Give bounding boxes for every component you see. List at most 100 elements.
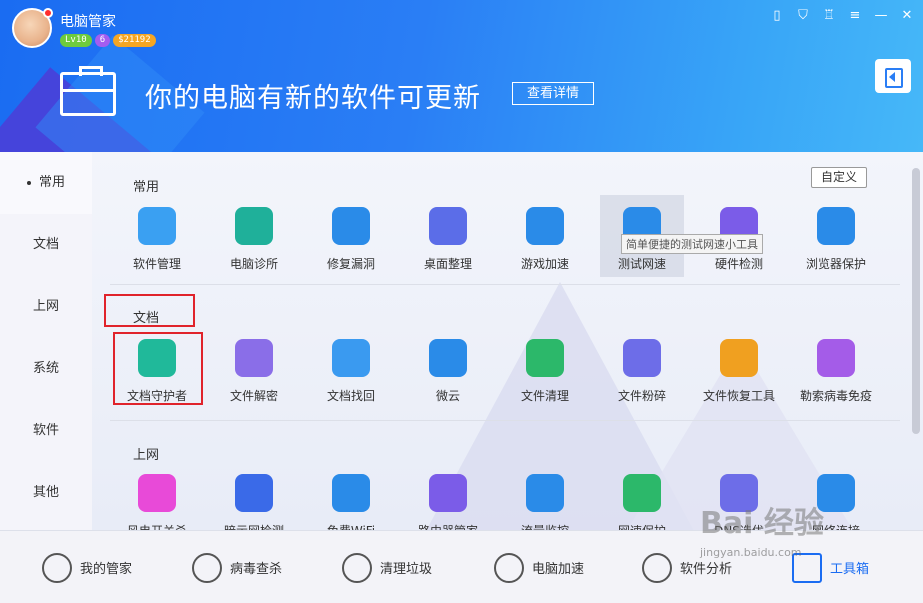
toolbox-icon bbox=[60, 66, 116, 116]
phone-icon[interactable]: ▯ bbox=[769, 8, 785, 24]
windows-repair-icon bbox=[332, 207, 370, 245]
speed-shield-icon bbox=[623, 474, 661, 512]
annotation-box bbox=[104, 294, 195, 327]
category-sidebar: 常用 文档 上网 系统 软件 其他 bbox=[0, 152, 92, 530]
divider bbox=[110, 420, 900, 421]
tool-label: 路由器管家 bbox=[406, 522, 490, 530]
tool-windows-repair[interactable]: 修复漏洞 bbox=[309, 207, 393, 287]
tools-content: 常用 文档 上网 系统 软件 其他 常用 自定义 软件管理 电脑诊所 修复漏洞 桌面整… bbox=[0, 152, 923, 530]
desktop-icon bbox=[429, 207, 467, 245]
window-controls: ▯ ⛉ ♖ ≡ — ✕ bbox=[769, 8, 915, 24]
shield-icon[interactable]: ⛉ bbox=[795, 8, 811, 24]
tool-label: 微云 bbox=[435, 389, 460, 403]
header-banner: 电脑管家 Lv10 6 $21192 ▯ ⛉ ♖ ≡ — ✕ 你的电脑有新的软件… bbox=[0, 0, 923, 152]
sidebar-item-common[interactable]: 常用 bbox=[0, 152, 92, 214]
tool-label: 修复漏洞 bbox=[326, 257, 375, 271]
tool-cloud-search[interactable]: 暗示网检测 bbox=[212, 474, 296, 530]
virus-scan-icon bbox=[192, 552, 222, 583]
nav-rocket[interactable]: 电脑加速 bbox=[494, 531, 584, 603]
tool-label: 网速保护 bbox=[600, 522, 684, 530]
tool-label: 浏览器保护 bbox=[805, 257, 866, 271]
tool-label: 桌面整理 bbox=[423, 257, 472, 271]
tool-browser-shield[interactable]: 浏览器保护 bbox=[794, 207, 878, 287]
tool-trash-clean[interactable]: 文件清理 bbox=[503, 339, 587, 419]
tool-desktop[interactable]: 桌面整理 bbox=[406, 207, 490, 287]
customize-button[interactable]: 自定义 bbox=[811, 167, 867, 188]
rocket-icon bbox=[494, 552, 524, 583]
router-icon bbox=[429, 474, 467, 512]
nav-virus-scan[interactable]: 病毒查杀 bbox=[192, 531, 282, 603]
weiyun-cloud-icon bbox=[429, 339, 467, 377]
tool-label: 文件恢复工具 bbox=[702, 389, 775, 403]
collapse-panel-icon[interactable] bbox=[875, 59, 911, 93]
annotation-box bbox=[113, 332, 203, 405]
skin-icon[interactable]: ♖ bbox=[821, 8, 837, 24]
clover-icon bbox=[138, 207, 176, 245]
trash-clean-icon bbox=[526, 339, 564, 377]
banner-text: 你的电脑有新的软件可更新 bbox=[145, 83, 481, 114]
menu-icon[interactable]: ≡ bbox=[847, 8, 863, 24]
virus-immune-icon bbox=[817, 339, 855, 377]
section-title-internet: 上网 bbox=[133, 448, 160, 463]
tool-free-wifi[interactable]: 免费WiFi bbox=[309, 474, 393, 530]
tool-ghost[interactable]: 风电开关杀 bbox=[115, 474, 199, 530]
tool-label: 流量监控 bbox=[503, 522, 587, 530]
tool-shredder[interactable]: 文件粉碎 bbox=[600, 339, 684, 419]
tool-router[interactable]: 路由器管家 bbox=[406, 474, 490, 530]
tool-label: 文件清理 bbox=[520, 389, 569, 403]
tool-clover[interactable]: 软件管理 bbox=[115, 207, 199, 287]
nav-butler[interactable]: 我的管家 bbox=[42, 531, 132, 603]
stethoscope-icon bbox=[235, 207, 273, 245]
tool-label: 勒索病毒免疫 bbox=[799, 389, 872, 403]
tool-label: 文档找回 bbox=[326, 389, 375, 403]
tool-label: 风电开关杀 bbox=[115, 522, 199, 530]
shredder-icon bbox=[623, 339, 661, 377]
tool-label: 暗示网检测 bbox=[212, 522, 296, 530]
tool-label: 测试网速 bbox=[617, 257, 666, 271]
tool-label: 文件解密 bbox=[229, 389, 278, 403]
nav-label: 我的管家 bbox=[80, 562, 133, 577]
coins-badge[interactable]: $21192 bbox=[113, 34, 156, 47]
tool-game-boost[interactable]: 游戏加速 bbox=[503, 207, 587, 287]
user-badges: Lv10 6 $21192 bbox=[60, 34, 156, 47]
nav-label: 清理垃圾 bbox=[380, 562, 433, 577]
tool-stethoscope[interactable]: 电脑诊所 bbox=[212, 207, 296, 287]
scrollbar[interactable] bbox=[912, 168, 920, 434]
sidebar-item-system[interactable]: 系统 bbox=[0, 338, 92, 400]
notification-dot bbox=[43, 8, 53, 18]
minimize-icon[interactable]: — bbox=[873, 8, 889, 24]
ghost-icon bbox=[138, 474, 176, 512]
restore-clock-icon bbox=[720, 339, 758, 377]
butler-icon bbox=[42, 552, 72, 583]
tool-virus-immune[interactable]: 勒索病毒免疫 bbox=[794, 339, 878, 419]
tool-label: 软件管理 bbox=[132, 257, 181, 271]
section-title-common: 常用 bbox=[133, 180, 160, 195]
tool-restore-clock[interactable]: 文件恢复工具 bbox=[697, 339, 781, 419]
tool-label: 文件粉碎 bbox=[617, 389, 666, 403]
nav-label: 病毒查杀 bbox=[230, 562, 283, 577]
close-icon[interactable]: ✕ bbox=[899, 8, 915, 24]
sidebar-item-documents[interactable]: 文档 bbox=[0, 214, 92, 276]
sidebar-item-other[interactable]: 其他 bbox=[0, 462, 92, 524]
nav-vacuum[interactable]: 清理垃圾 bbox=[342, 531, 432, 603]
tool-weiyun-cloud[interactable]: 微云 bbox=[406, 339, 490, 419]
tool-document-search[interactable]: 文档找回 bbox=[309, 339, 393, 419]
tool-folder-lock[interactable]: 文件解密 bbox=[212, 339, 296, 419]
view-details-button[interactable]: 查看详情 bbox=[512, 82, 594, 105]
game-boost-icon bbox=[526, 207, 564, 245]
free-wifi-icon bbox=[332, 474, 370, 512]
avatar[interactable] bbox=[12, 8, 53, 48]
tool-label: 硬件检测 bbox=[714, 257, 763, 271]
tooltip: 简单便捷的测试网速小工具 bbox=[621, 234, 763, 254]
tool-label: 游戏加速 bbox=[520, 257, 569, 271]
tool-label: 电脑诊所 bbox=[229, 257, 278, 271]
mail-badge[interactable]: 6 bbox=[94, 34, 111, 47]
sidebar-item-internet[interactable]: 上网 bbox=[0, 276, 92, 338]
tool-speed-shield[interactable]: 网速保护 bbox=[600, 474, 684, 530]
folder-lock-icon bbox=[235, 339, 273, 377]
tool-traffic-monitor[interactable]: 流量监控 bbox=[503, 474, 587, 530]
tool-label: 免费WiFi bbox=[309, 522, 393, 530]
watermark: Bai 经验 jingyan.baidu.com bbox=[700, 506, 824, 559]
level-badge[interactable]: Lv10 bbox=[60, 34, 92, 47]
sidebar-item-software[interactable]: 软件 bbox=[0, 400, 92, 462]
